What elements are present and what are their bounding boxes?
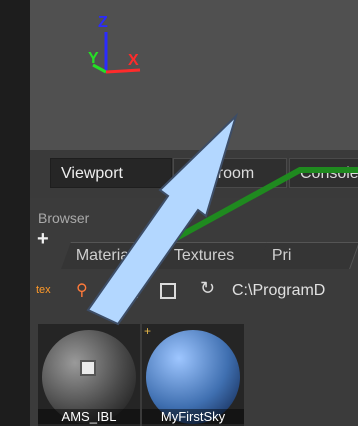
axis-x-label: X: [128, 52, 139, 69]
browser-title: Browser: [38, 210, 90, 226]
search-icon[interactable]: ⚲: [76, 280, 88, 300]
asset-ams-ibl[interactable]: AMS_IBL: [38, 324, 140, 426]
viewport-canvas[interactable]: Z Y X: [30, 0, 358, 150]
browser-panel: Browser + Materials Textures Pri tex ⚲ ↻…: [30, 198, 358, 426]
axis-y-label: Y: [88, 50, 99, 67]
browser-toolbar: tex ⚲ ↻ C:\ProgramD: [36, 278, 358, 306]
asset-myfirstsky[interactable]: + MyFirstSky: [142, 324, 244, 426]
tab-console[interactable]: Console: [289, 158, 358, 188]
axis-gizmo: Z Y X: [88, 12, 190, 92]
tab-textures-label: Textures: [173, 247, 235, 264]
folder-icon[interactable]: [122, 284, 138, 298]
pin-icon: +: [144, 324, 152, 338]
asset-label: AMS_IBL: [38, 409, 140, 424]
tab-viewport[interactable]: Viewport: [50, 158, 172, 188]
asset-thumbnails: AMS_IBL + MyFirstSky: [38, 324, 358, 426]
axis-z-label: Z: [98, 14, 108, 31]
grid-icon: [80, 360, 96, 376]
add-button[interactable]: +: [37, 228, 49, 251]
main-tab-bar: Viewport Darkroom Console: [30, 150, 358, 198]
asset-label: MyFirstSky: [142, 409, 244, 424]
tab-pri-label: Pri: [271, 247, 292, 264]
left-panel-strip: [0, 0, 30, 426]
tab-darkroom[interactable]: Darkroom: [173, 158, 287, 188]
refresh-icon[interactable]: ↻: [200, 278, 215, 299]
tex-filter-icon[interactable]: tex: [36, 284, 51, 296]
tab-pri[interactable]: Pri: [257, 242, 358, 269]
camera-icon[interactable]: [160, 283, 176, 299]
tab-materials-label: Materials: [75, 247, 141, 264]
path-field[interactable]: C:\ProgramD: [232, 282, 325, 300]
